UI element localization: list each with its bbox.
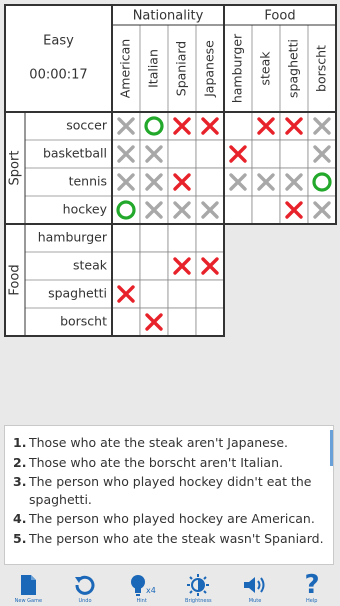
clue-list: 1. Those who ate the steak aren't Japanes… <box>5 426 333 547</box>
left-group-label: Food <box>8 264 23 295</box>
left-item-label: borscht <box>60 314 107 329</box>
top-item-label: hamburger <box>230 33 245 103</box>
grid-cell[interactable] <box>111 251 141 281</box>
undo-button[interactable]: Undo <box>57 566 114 606</box>
grid-cell[interactable] <box>195 279 225 309</box>
grid-cell[interactable] <box>251 195 281 225</box>
clue-number: 5. <box>13 530 27 546</box>
top-item-label: Spaniard <box>174 41 189 96</box>
new-game-icon <box>21 575 37 595</box>
logic-grid: Nationality Food Sport Food American Italian S… <box>0 0 340 340</box>
top-group-label: Food <box>264 9 295 24</box>
brightness-label: Brightness <box>185 598 212 604</box>
grid-cell[interactable] <box>139 279 169 309</box>
brightness-icon <box>187 574 210 596</box>
grid-cell[interactable] <box>167 307 197 337</box>
clue-text: The person who played hockey didn't eat … <box>29 474 312 507</box>
clue-item: 1. Those who ate the steak aren't Japanes… <box>11 434 327 452</box>
grid-cell[interactable] <box>139 223 169 253</box>
top-item-label: spaghetti <box>286 39 301 98</box>
grid-cell[interactable] <box>195 223 225 253</box>
clue-panel[interactable]: 1. Those who ate the steak aren't Japanes… <box>4 425 334 565</box>
clue-item: 5. The person who ate the steak wasn't Sp… <box>11 530 327 548</box>
clue-item: 2. Those who ate the borscht aren't Itali… <box>11 454 327 472</box>
hint-bulb-icon: x4 <box>130 575 156 596</box>
grid-cell[interactable] <box>139 251 169 281</box>
grid-cell[interactable] <box>307 167 337 197</box>
top-item-label: steak <box>258 51 273 86</box>
grid-cell[interactable] <box>167 139 197 169</box>
clue-number: 4. <box>13 511 27 526</box>
grid-cell[interactable] <box>195 139 225 169</box>
logic-grid-svg: Nationality Food Sport Food American Italian S… <box>0 0 340 340</box>
top-item-label: Japanese <box>202 40 217 98</box>
grid-cell[interactable] <box>223 195 253 225</box>
clue-number: 1. <box>13 435 27 450</box>
difficulty-label: Easy <box>43 34 74 49</box>
help-icon: ? <box>304 571 319 597</box>
top-item-label: borscht <box>314 45 329 92</box>
clue-text: Those who ate the steak aren't Japanese. <box>29 435 289 450</box>
new-game-label: New Game <box>14 598 43 604</box>
new-game-button[interactable]: New Game <box>0 566 57 606</box>
clue-item: 3. The person who played hockey didn't ea… <box>11 473 327 508</box>
undo-label: Undo <box>78 598 92 604</box>
top-item-label: Italian <box>146 49 161 88</box>
bottom-toolbar: New Game Undo x4 Hint Brightness Mute ? … <box>0 566 340 606</box>
timer-display: 00:00:17 <box>29 68 87 83</box>
clue-text: The person who ate the steak wasn't Span… <box>29 530 324 546</box>
clue-text: The person who played hockey are America… <box>29 511 315 526</box>
hint-label: Hint <box>136 598 147 604</box>
hint-button[interactable]: x4 Hint <box>113 566 170 606</box>
clue-text: Those who ate the borscht aren't Italian… <box>29 454 283 470</box>
info-cell <box>5 5 112 112</box>
help-button[interactable]: ? Help <box>283 566 340 606</box>
grid-cell[interactable] <box>111 307 141 337</box>
svg-text:?: ? <box>304 571 319 597</box>
speaker-icon <box>244 577 265 593</box>
grid-cell[interactable] <box>167 223 197 253</box>
help-label: Help <box>305 598 318 604</box>
grid-cell[interactable] <box>251 139 281 169</box>
top-item-label: American <box>118 39 133 99</box>
left-item-label: soccer <box>66 118 108 133</box>
grid-cell[interactable] <box>111 195 141 225</box>
mute-button[interactable]: Mute <box>227 566 284 606</box>
grid-cell[interactable] <box>279 139 309 169</box>
left-group-label: Sport <box>8 151 23 186</box>
left-item-label: steak <box>73 258 108 273</box>
clue-scrollbar[interactable] <box>330 430 333 466</box>
clue-item: 4. The person who played hockey are Ameri… <box>11 510 327 528</box>
undo-icon <box>75 575 95 595</box>
grid-cell[interactable] <box>139 111 169 141</box>
brightness-button[interactable]: Brightness <box>170 566 227 606</box>
clue-number: 3. <box>13 474 27 489</box>
grid-cell[interactable] <box>195 167 225 197</box>
grid-cell[interactable] <box>111 223 141 253</box>
left-item-label: basketball <box>43 146 107 161</box>
left-item-label: hamburger <box>38 230 108 245</box>
left-item-label: hockey <box>63 202 108 217</box>
hint-count: x4 <box>146 586 156 595</box>
grid-cell[interactable] <box>223 111 253 141</box>
left-item-label: spaghetti <box>48 286 107 301</box>
clue-number: 2. <box>13 454 27 470</box>
mute-label: Mute <box>248 598 262 604</box>
top-group-label: Nationality <box>133 9 204 24</box>
grid-cell[interactable] <box>195 307 225 337</box>
left-item-label: tennis <box>69 174 107 189</box>
grid-cell[interactable] <box>167 279 197 309</box>
